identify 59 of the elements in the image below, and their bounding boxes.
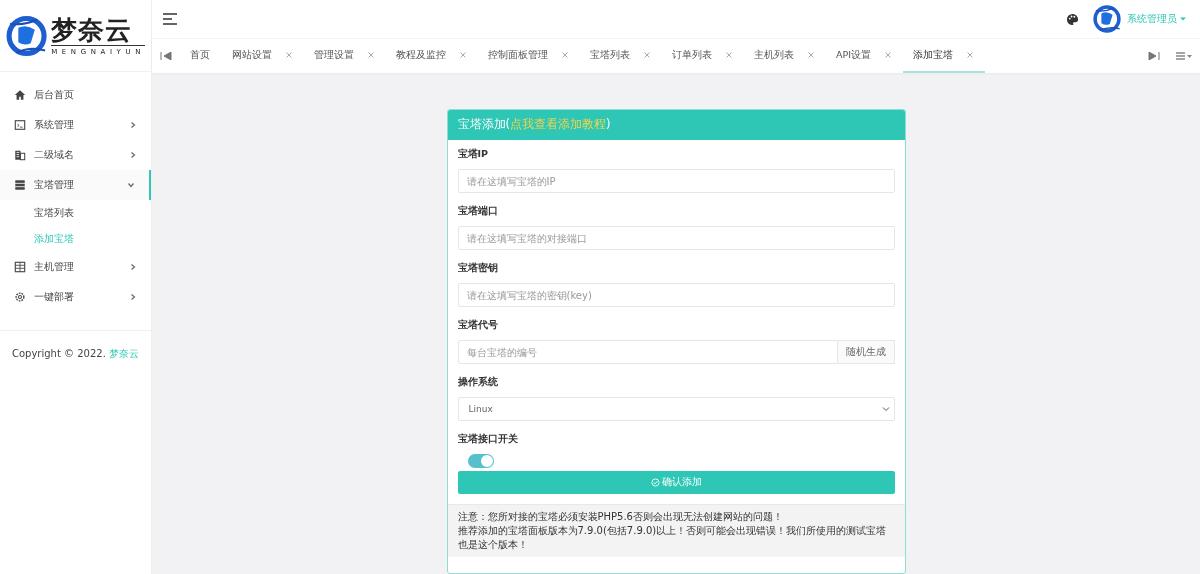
field-label: 宝塔密钥 (457, 262, 499, 275)
close-icon[interactable] (286, 52, 292, 58)
text-input[interactable]: 请在这填写宝塔的IP (457, 169, 895, 193)
tab[interactable]: 网站设置 (222, 39, 304, 73)
close-icon[interactable] (644, 52, 650, 58)
terminal-icon (14, 119, 26, 131)
submenu-item[interactable]: 宝塔列表 (0, 200, 151, 226)
server-icon (14, 179, 26, 191)
tab[interactable]: 添加宝塔 (903, 39, 986, 73)
card-title: 宝塔添加(点我查看添加教程) (447, 110, 905, 140)
field-label: 宝塔代号 (457, 319, 499, 332)
sidebar-item[interactable]: 主机管理 (0, 252, 151, 282)
home-icon (14, 89, 26, 101)
text-input[interactable]: 请在这填写宝塔的密钥(key) (457, 283, 895, 307)
tab[interactable]: 宝塔列表 (580, 39, 662, 73)
sidebar-item[interactable]: 一键部署 (0, 282, 151, 312)
text-input[interactable]: 请在这填写宝塔的对接端口 (457, 226, 895, 250)
copyright-text: Copyright © 2022. 梦奈云 (11, 347, 141, 361)
caret-icon (1180, 16, 1186, 22)
tab[interactable]: API设置 (826, 39, 904, 73)
close-icon[interactable] (726, 52, 732, 58)
sidebar-item[interactable]: 后台首页 (0, 80, 151, 110)
grid-icon (14, 261, 26, 273)
palette-icon[interactable] (1066, 12, 1079, 26)
tab[interactable]: 控制面板管理 (478, 39, 580, 73)
tab[interactable]: 首页 (180, 39, 222, 73)
brand-name: 梦奈云 (51, 15, 145, 46)
generate-button[interactable]: 随机生成 (837, 340, 895, 364)
tab[interactable]: 管理设置 (304, 39, 386, 73)
select-field[interactable]: Linux (457, 397, 895, 421)
close-icon[interactable] (460, 52, 466, 58)
field-label: 宝塔端口 (457, 205, 499, 218)
note-text: 注意：您所对接的宝塔必须安装PHP5.6否则会出现无法创建网站的问题！ (457, 510, 784, 524)
text-input[interactable]: 每台宝塔的编号 (457, 340, 838, 364)
scroll-right-icon[interactable] (1148, 52, 1160, 60)
sidebar-item[interactable]: 二级域名 (0, 140, 151, 170)
check-circle-icon (650, 478, 660, 487)
tab[interactable]: 主机列表 (744, 39, 826, 73)
scroll-left-icon[interactable] (160, 52, 172, 60)
menu-icon[interactable] (162, 12, 178, 26)
tab[interactable]: 教程及监控 (386, 39, 478, 73)
close-icon[interactable] (562, 52, 568, 58)
sidebar-item[interactable]: 宝塔管理 (0, 170, 151, 200)
tab[interactable]: 订单列表 (662, 39, 744, 73)
note-text: 推荐添加的宝塔面板版本为7.9.0(包括7.9.0)以上！否则可能会出现错误！我们所使用的测试宝塔也是这个版本！ (457, 524, 888, 552)
close-icon[interactable] (368, 52, 374, 58)
chevron-down-icon (881, 405, 890, 413)
sidebar-item[interactable]: 系统管理 (0, 110, 151, 140)
close-icon[interactable] (808, 52, 814, 58)
avatar-icon (1093, 5, 1121, 33)
gear-icon (14, 291, 26, 303)
menu-dropdown-icon[interactable] (1176, 52, 1192, 60)
toggle-switch[interactable] (467, 454, 494, 468)
field-label: 操作系统 (457, 376, 499, 389)
close-icon[interactable] (967, 52, 974, 58)
close-icon[interactable] (885, 52, 892, 58)
field-label: 宝塔接口开关 (457, 433, 519, 446)
building-icon (14, 149, 26, 161)
field-label: 宝塔IP (457, 148, 489, 161)
